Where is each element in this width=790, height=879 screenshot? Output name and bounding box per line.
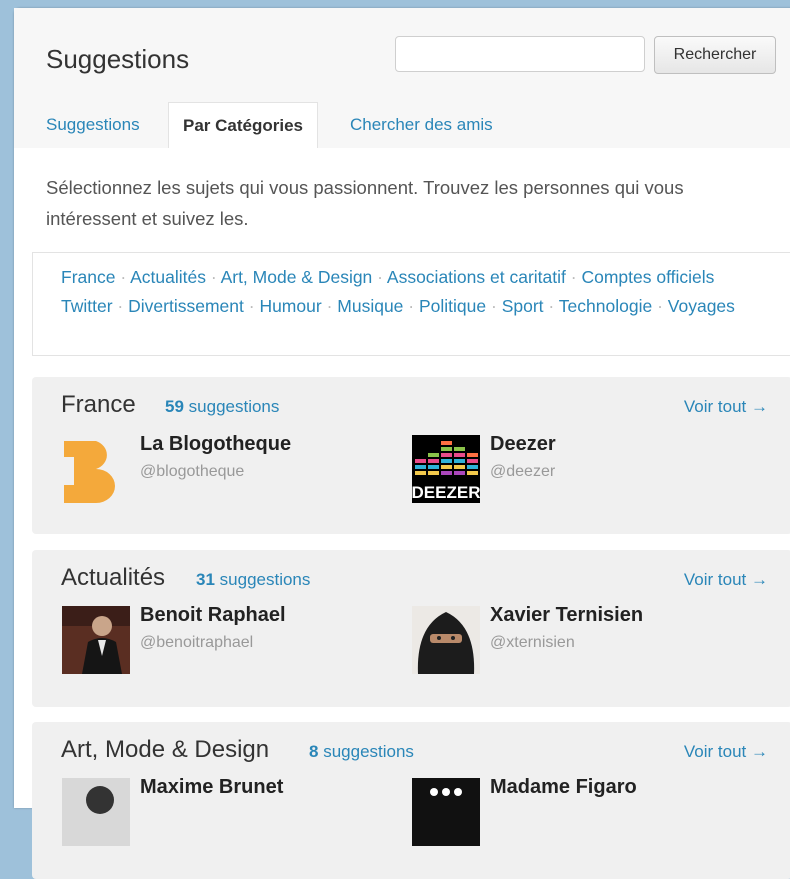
tab-suggestions[interactable]: Suggestions xyxy=(46,102,140,148)
section-title: Art, Mode & Design xyxy=(61,736,270,763)
section-count-label: suggestions xyxy=(219,570,311,589)
category-link-divertissement[interactable]: Divertissement xyxy=(128,296,244,316)
category-list: France · Actualités · Art, Mode & Design… xyxy=(32,252,790,356)
user-name[interactable]: Benoit Raphael xyxy=(140,604,286,627)
section-count-label: suggestions xyxy=(188,397,280,416)
see-all-link[interactable]: Voir tout → xyxy=(684,742,768,762)
user-handle[interactable]: @blogotheque xyxy=(140,463,244,481)
section-count-number: 8 xyxy=(309,742,319,761)
see-all-link[interactable]: Voir tout → xyxy=(684,397,768,417)
user-name[interactable]: Maxime Brunet xyxy=(140,776,283,799)
madame-figaro-logo-icon[interactable] xyxy=(412,778,480,846)
user-handle[interactable]: @benoitraphael xyxy=(140,634,253,652)
category-link-sport[interactable]: Sport xyxy=(502,296,544,316)
section-france: France 59 suggestions Voir tout → La Blo… xyxy=(32,377,790,534)
user-handle[interactable]: @xternisien xyxy=(490,634,575,652)
category-separator: · xyxy=(408,295,415,316)
category-link-humour[interactable]: Humour xyxy=(259,296,321,316)
blogotheque-logo-icon[interactable] xyxy=(62,435,130,503)
section-count-label: suggestions xyxy=(323,742,414,761)
section-title: France xyxy=(61,391,136,418)
category-separator: · xyxy=(248,295,255,316)
deezer-logo-icon[interactable]: DEEZER xyxy=(412,435,480,503)
person-photo-icon[interactable] xyxy=(62,606,130,674)
category-separator: · xyxy=(326,295,333,316)
page-title: Suggestions xyxy=(46,44,190,74)
search-input[interactable] xyxy=(395,36,645,72)
category-separator: · xyxy=(570,267,577,287)
user-handle[interactable]: @deezer xyxy=(490,463,555,481)
category-separator: · xyxy=(117,295,124,316)
section-count-link[interactable]: 59 suggestions xyxy=(165,397,279,417)
category-link-associations[interactable]: Associations et caritatif xyxy=(387,267,566,287)
section-art-mode-design: Art, Mode & Design 8 suggestions Voir to… xyxy=(32,722,790,879)
intro-text: Sélectionnez les sujets qui vous passion… xyxy=(46,177,684,229)
category-link-voyages[interactable]: Voyages xyxy=(668,296,735,316)
category-separator: · xyxy=(377,267,383,287)
person-photo-icon[interactable] xyxy=(62,778,130,846)
section-count-link[interactable]: 8 suggestions xyxy=(309,742,414,762)
category-link-france[interactable]: France xyxy=(61,267,115,287)
user-name[interactable]: Madame Figaro xyxy=(490,776,637,799)
category-link-actualites[interactable]: Actualités xyxy=(130,267,206,287)
person-photo-icon[interactable] xyxy=(412,606,480,674)
category-link-art-mode-design[interactable]: Art, Mode & Design xyxy=(221,267,373,287)
user-name[interactable]: La Blogotheque xyxy=(140,433,291,456)
search-button[interactable]: Rechercher xyxy=(654,36,776,74)
section-actualites: Actualités 31 suggestions Voir tout → Be… xyxy=(32,550,790,707)
category-separator: · xyxy=(120,267,127,287)
category-separator: · xyxy=(657,295,663,316)
tab-par-categories[interactable]: Par Catégories xyxy=(168,102,318,148)
see-all-link[interactable]: Voir tout → xyxy=(684,570,768,590)
tab-chercher-des-amis[interactable]: Chercher des amis xyxy=(350,102,493,148)
section-count-number: 31 xyxy=(196,570,215,589)
user-name[interactable]: Deezer xyxy=(490,433,556,456)
category-separator: · xyxy=(548,295,555,316)
section-title: Actualités xyxy=(61,564,166,591)
suggestions-panel: Suggestions Rechercher Suggestions Par C… xyxy=(14,8,790,879)
category-link-technologie[interactable]: Technologie xyxy=(559,296,652,316)
panel-header: Suggestions Rechercher Suggestions Par C… xyxy=(14,8,790,148)
deezer-logo-text: DEEZER xyxy=(412,483,480,502)
user-name[interactable]: Xavier Ternisien xyxy=(490,604,643,627)
category-link-musique[interactable]: Musique xyxy=(337,296,403,316)
tab-bar: Suggestions Par Catégories Chercher des … xyxy=(14,102,790,148)
category-separator: · xyxy=(491,295,497,316)
section-count-number: 59 xyxy=(165,397,184,416)
category-separator: · xyxy=(210,267,217,287)
section-count-link[interactable]: 31 suggestions xyxy=(196,570,310,590)
category-link-politique[interactable]: Politique xyxy=(419,296,486,316)
